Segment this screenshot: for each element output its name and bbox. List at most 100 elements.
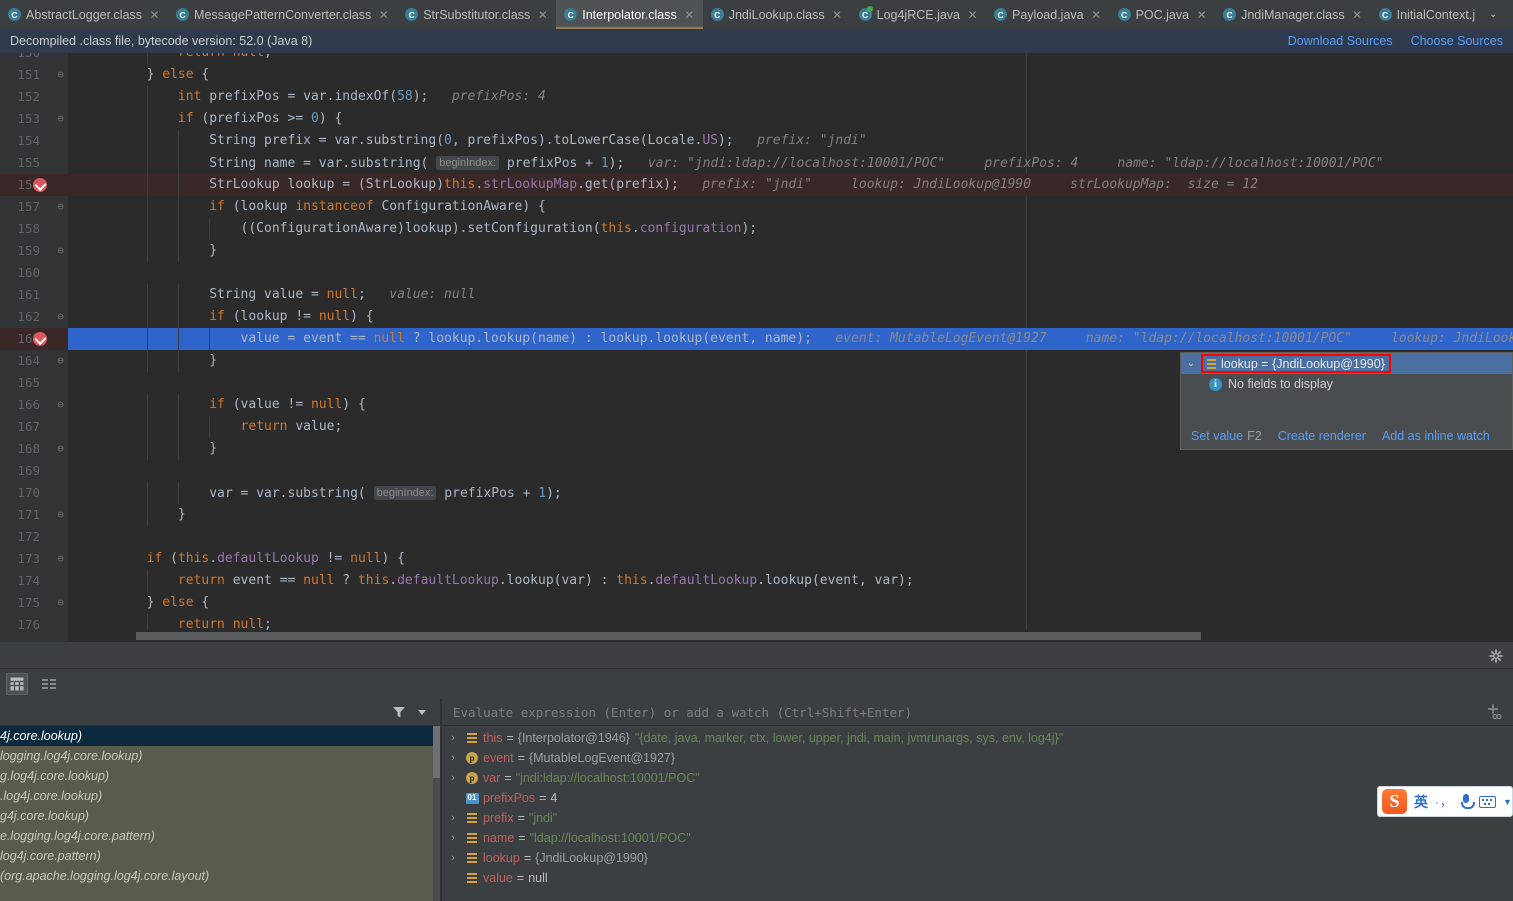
code-fold-icon[interactable]: ⊖ <box>54 548 67 570</box>
close-icon[interactable]: ✕ <box>537 8 548 22</box>
set-value-action[interactable]: Set value <box>1191 429 1243 443</box>
close-icon[interactable]: ✕ <box>149 8 160 22</box>
code-fold-icon[interactable]: ⊖ <box>54 108 67 130</box>
editor-tab[interactable]: C Interpolator.class ✕ <box>556 0 703 29</box>
editor-hscrollbar-track[interactable] <box>68 630 1513 642</box>
chevron-right-icon[interactable]: › <box>442 828 464 848</box>
editor-tab[interactable]: C JndiLookup.class ✕ <box>703 0 851 29</box>
code-line[interactable]: 163 value = event == null ? lookup.looku… <box>0 328 1513 350</box>
code-fold-icon[interactable]: ⊖ <box>54 438 67 460</box>
frame-list-item[interactable]: log4j.core.pattern) <box>0 846 440 866</box>
editor-hscrollbar-thumb[interactable] <box>136 632 1201 640</box>
code-line[interactable]: 158 ((ConfigurationAware)lookup).setConf… <box>0 218 1513 240</box>
variable-row[interactable]: › p var = "jndi:ldap://localhost:10001/POC" <box>442 768 1513 788</box>
code-fold-icon[interactable]: ⊖ <box>54 592 67 614</box>
frame-list-item[interactable]: .log4j.core.lookup) <box>0 786 440 806</box>
variable-row[interactable]: › p event = {MutableLogEvent@1927} <box>442 748 1513 768</box>
chevron-down-icon[interactable]: ▼ <box>1503 797 1512 807</box>
breakpoint-icon[interactable] <box>33 332 47 346</box>
ime-language-toggle[interactable]: 英 <box>1414 792 1428 812</box>
code-line[interactable]: 155 String name = var.substring( beginIn… <box>0 152 1513 174</box>
frames-vscrollbar-thumb[interactable] <box>433 726 440 778</box>
inline-value-popup[interactable]: ⌄ lookup = {JndiLookup@1990} i No fields… <box>1180 352 1513 450</box>
add-inline-watch-action[interactable]: Add as inline watch <box>1382 429 1490 443</box>
frame-list-item[interactable]: g.log4j.core.lookup) <box>0 766 440 786</box>
chevron-down-icon[interactable]: ⌄ <box>1185 358 1197 369</box>
code-line[interactable]: 160 <box>0 262 1513 284</box>
code-line[interactable]: 162 ⊖ if (lookup != null) { <box>0 306 1513 328</box>
editor-tab[interactable]: C AbstractLogger.class ✕ <box>0 0 168 29</box>
code-editor[interactable]: 150 return null; 151 ⊖ } else {152 int pre… <box>0 53 1513 642</box>
variable-row[interactable]: › this = {Interpolator@1946} "{date, java, m… <box>442 728 1513 748</box>
chevron-down-icon[interactable] <box>416 706 428 718</box>
code-line[interactable]: 174 return event == null ? this.defaultL… <box>0 570 1513 592</box>
code-line[interactable]: 173 ⊖ if (this.defaultLookup != null) { <box>0 548 1513 570</box>
close-icon[interactable]: ✕ <box>1196 8 1207 22</box>
frame-list-item[interactable]: logging.log4j.core.lookup) <box>0 746 440 766</box>
close-icon[interactable]: ✕ <box>967 8 978 22</box>
code-line[interactable]: 172 <box>0 526 1513 548</box>
editor-tab[interactable]: C MessagePatternConverter.class ✕ <box>168 0 397 29</box>
choose-sources-link[interactable]: Choose Sources <box>1411 34 1503 48</box>
code-line[interactable]: 151 ⊖ } else { <box>0 64 1513 86</box>
code-line[interactable]: 161 String value = null; value: null <box>0 284 1513 306</box>
chevron-right-icon[interactable]: › <box>442 808 464 828</box>
code-fold-icon[interactable]: ⊖ <box>54 306 67 328</box>
ime-floating-toolbar[interactable]: S 英 ·， ▼ <box>1377 786 1513 817</box>
evaluate-expression-input[interactable] <box>451 703 1481 721</box>
code-line[interactable]: 153 ⊖ if (prefixPos >= 0) { <box>0 108 1513 130</box>
tab-overflow-icon[interactable]: ⌄ <box>1483 0 1503 29</box>
variable-row[interactable]: › lookup = {JndiLookup@1990} <box>442 848 1513 868</box>
editor-tab[interactable]: C JndiManager.class ✕ <box>1215 0 1371 29</box>
chevron-right-icon[interactable]: › <box>442 768 464 788</box>
chevron-right-icon[interactable]: › <box>442 748 464 768</box>
code-fold-icon[interactable]: ⊖ <box>54 196 67 218</box>
code-line[interactable]: 154 String prefix = var.substring(0, pre… <box>0 130 1513 152</box>
frames-list[interactable]: 4j.core.lookup) logging.log4j.core.lookup… <box>0 726 440 901</box>
variables-list[interactable]: › this = {Interpolator@1946} "{date, java, m… <box>442 726 1513 901</box>
close-icon[interactable]: ✕ <box>832 8 843 22</box>
download-sources-link[interactable]: Download Sources <box>1288 34 1393 48</box>
editor-tab[interactable]: C POC.java ✕ <box>1110 0 1216 29</box>
editor-tab[interactable]: C Log4jRCE.java ✕ <box>851 0 986 29</box>
frame-list-item[interactable]: 4j.core.lookup) <box>0 726 440 746</box>
editor-tab[interactable]: C InitialContext.j <box>1371 0 1484 29</box>
code-line[interactable]: 150 return null; <box>0 53 1513 64</box>
variables-panel[interactable]: ›this={Interpolator@1946}"{date, java, m… <box>442 699 1513 901</box>
close-icon[interactable]: ✕ <box>684 8 695 22</box>
close-icon[interactable]: ✕ <box>378 8 389 22</box>
code-line[interactable]: 152 int prefixPos = var.indexOf(58); pre… <box>0 86 1513 108</box>
chevron-right-icon[interactable]: › <box>442 848 464 868</box>
variable-row[interactable]: value = null <box>442 868 1513 888</box>
code-line[interactable]: 159 ⊖ } <box>0 240 1513 262</box>
code-line[interactable]: 170 var = var.substring( beginIndex: pre… <box>0 482 1513 504</box>
gear-icon[interactable] <box>1487 647 1505 665</box>
code-line[interactable]: 157 ⊖ if (lookup instanceof Configuration… <box>0 196 1513 218</box>
editor-tab[interactable]: C StrSubstitutor.class ✕ <box>397 0 556 29</box>
list-view-icon[interactable] <box>38 673 60 695</box>
code-fold-icon[interactable]: ⊖ <box>54 394 67 416</box>
frame-list-item[interactable]: (org.apache.logging.log4j.core.layout) <box>0 866 440 886</box>
table-view-icon[interactable] <box>6 673 28 695</box>
sogou-logo-icon[interactable]: S <box>1382 789 1407 814</box>
create-renderer-action[interactable]: Create renderer <box>1278 429 1366 443</box>
code-line[interactable]: 175 ⊖ } else { <box>0 592 1513 614</box>
code-fold-icon[interactable]: ⊖ <box>54 350 67 372</box>
code-fold-icon[interactable]: ⊖ <box>54 64 67 86</box>
evaluate-expression-bar[interactable] <box>442 699 1513 726</box>
frame-list-item[interactable]: g4j.core.lookup) <box>0 806 440 826</box>
keyboard-icon[interactable] <box>1479 795 1496 808</box>
code-fold-icon[interactable]: ⊖ <box>54 504 67 526</box>
close-icon[interactable]: ✕ <box>1091 8 1102 22</box>
editor-tab[interactable]: C Payload.java ✕ <box>986 0 1110 29</box>
variable-row[interactable]: › prefix = "jndi" <box>442 808 1513 828</box>
filter-icon[interactable] <box>392 705 406 719</box>
chevron-right-icon[interactable]: › <box>442 728 464 748</box>
variable-row[interactable]: › name = "ldap://localhost:10001/POC" <box>442 828 1513 848</box>
code-lines[interactable]: 150 return null; 151 ⊖ } else {152 int pre… <box>0 53 1513 642</box>
inline-popup-row[interactable]: ⌄ lookup = {JndiLookup@1990} <box>1181 353 1512 374</box>
frames-panel[interactable]: 4j.core.lookup) logging.log4j.core.lookup… <box>0 699 440 901</box>
frame-list-item[interactable]: e.logging.log4j.core.pattern) <box>0 826 440 846</box>
ime-punctuation-toggle[interactable]: ·， <box>1435 793 1453 810</box>
code-line[interactable]: 169 <box>0 460 1513 482</box>
